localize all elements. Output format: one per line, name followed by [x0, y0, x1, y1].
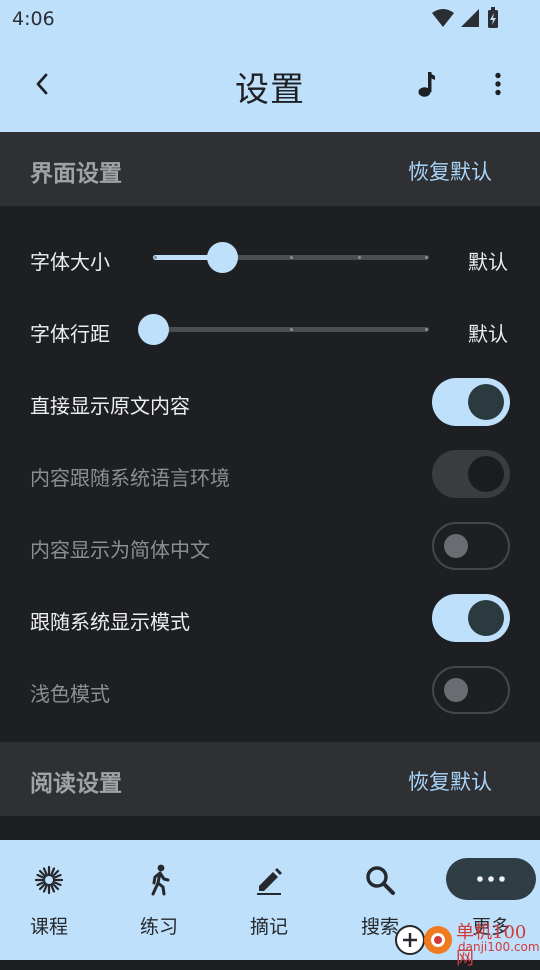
slider-tick [290, 256, 293, 259]
line-spacing-slider[interactable] [138, 314, 429, 345]
show-original-label: 直接显示原文内容 [30, 394, 190, 418]
music-note-icon [418, 72, 435, 97]
watermark-logo-icon [395, 925, 452, 955]
show-original-switch[interactable] [432, 378, 510, 426]
walking-person-icon [151, 864, 170, 896]
follow-language-switch[interactable] [432, 450, 510, 498]
status-time: 4:06 [12, 8, 55, 30]
battery-charging-icon [488, 7, 498, 28]
light-mode-switch[interactable] [432, 666, 510, 714]
watermark: 单机100网 danji100.com [392, 918, 540, 969]
simplified-chinese-switch[interactable] [432, 522, 510, 570]
nav-label: 摘记 [249, 916, 288, 938]
section-title: 阅读设置 [30, 771, 122, 797]
light-mode-label: 浅色模式 [30, 682, 110, 706]
follow-display-label: 跟随系统显示模式 [30, 610, 190, 634]
wifi-icon [432, 9, 454, 27]
font-size-value: 默认 [468, 250, 508, 274]
overflow-menu-button[interactable] [484, 66, 512, 102]
reset-defaults-button[interactable]: 恢复默认 [408, 156, 492, 186]
nav-item-practice[interactable]: 练习 [104, 840, 214, 960]
pencil-icon [257, 868, 282, 895]
line-spacing-label: 字体行距 [30, 322, 110, 346]
nav-item-notes[interactable]: 摘记 [214, 840, 324, 960]
slider-tick [425, 256, 428, 259]
more-vertical-icon [495, 72, 501, 96]
status-icons [432, 7, 500, 29]
font-size-label: 字体大小 [30, 250, 110, 274]
search-icon [366, 866, 395, 895]
switch-knob [444, 534, 468, 558]
page-title: 设置 [235, 70, 305, 110]
slider-tick [154, 256, 157, 259]
music-button[interactable] [408, 66, 444, 102]
follow-language-label: 内容跟随系统语言环境 [30, 466, 230, 490]
switch-knob [468, 384, 504, 420]
nav-label: 课程 [29, 916, 68, 938]
slider-thumb[interactable] [138, 314, 169, 345]
reset-defaults-button[interactable]: 恢复默认 [408, 766, 492, 796]
status-bar: 4:06 [0, 0, 540, 38]
slider-tick [290, 328, 293, 331]
switch-knob [468, 456, 504, 492]
switch-knob [468, 600, 504, 636]
slider-tick [425, 328, 428, 331]
slider-thumb[interactable] [207, 242, 238, 273]
nav-label: 练习 [139, 916, 178, 938]
section-header-reading: 阅读设置 恢复默认 [0, 742, 540, 816]
switch-knob [444, 678, 468, 702]
sparkle-icon [34, 865, 64, 895]
slider-tick [358, 256, 361, 259]
simplified-chinese-label: 内容显示为简体中文 [30, 538, 210, 562]
font-size-slider[interactable] [153, 242, 429, 273]
nav-item-courses[interactable]: 课程 [0, 840, 104, 960]
cell-signal-icon [461, 9, 479, 27]
app-bar: 设置 [0, 38, 540, 132]
line-spacing-value: 默认 [468, 322, 508, 346]
watermark-url: danji100.com [458, 940, 540, 954]
section-header-interface: 界面设置 恢复默认 [0, 132, 540, 206]
follow-display-switch[interactable] [432, 594, 510, 642]
section-title: 界面设置 [30, 161, 122, 187]
